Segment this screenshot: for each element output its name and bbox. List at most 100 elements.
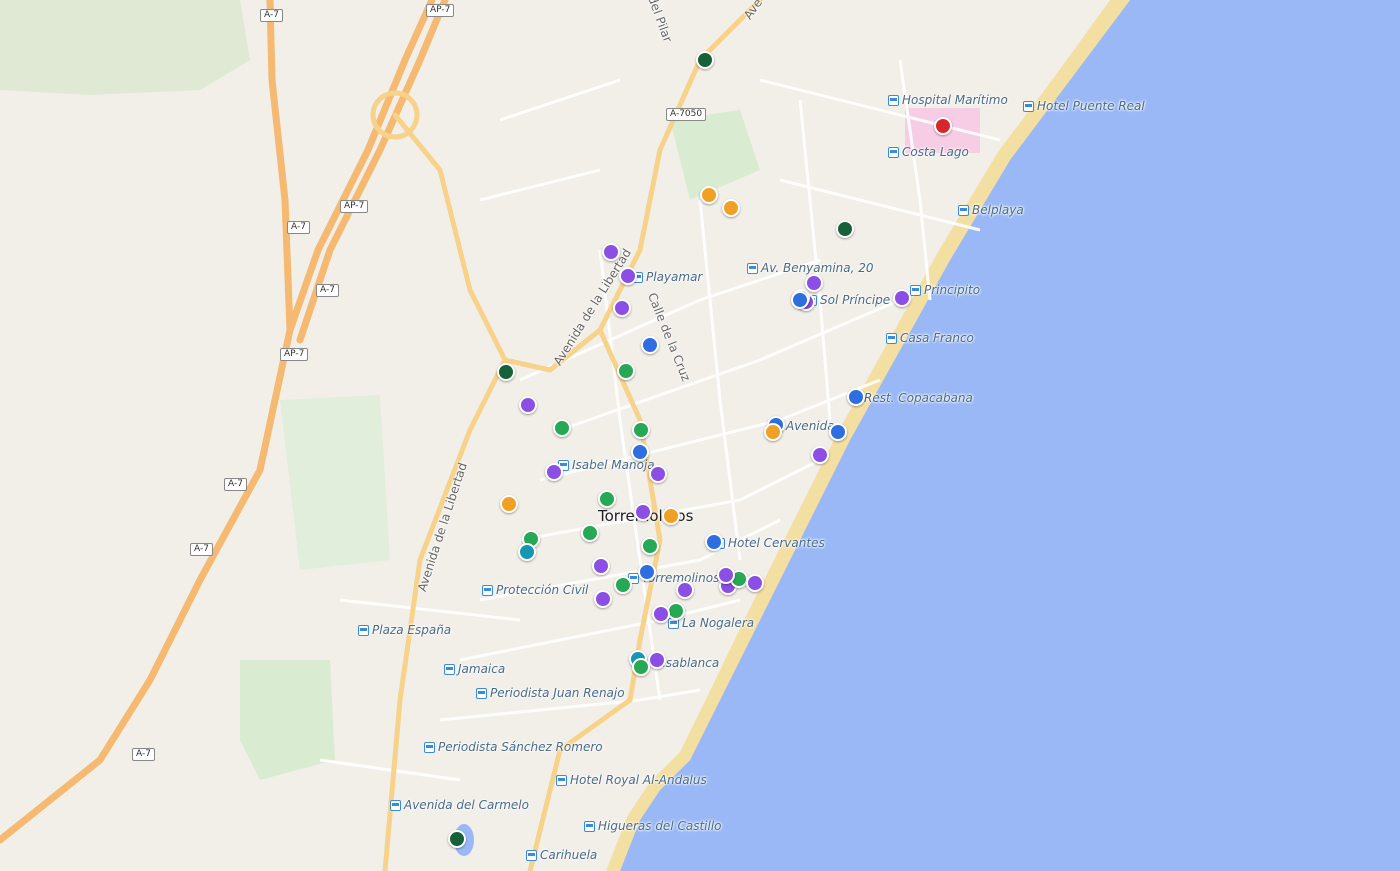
map-marker-purple[interactable] [519, 396, 537, 414]
map-marker-purple[interactable] [592, 557, 610, 575]
bus-stop-icon [910, 284, 921, 296]
bus-stop-icon [476, 687, 487, 699]
bus-stop[interactable]: Periodista Juan Renajo [476, 686, 625, 700]
bus-stop[interactable]: Belplaya [958, 203, 1024, 217]
map-marker-green[interactable] [614, 576, 632, 594]
map-marker-blue[interactable] [791, 291, 809, 309]
bus-stop-icon [888, 146, 899, 158]
map-canvas[interactable]: A-7 AP-7 A-7050 A-7 AP-7 A-7 AP-7 A-7 A-7 A-7 Ave… [0, 0, 1400, 871]
bus-stop[interactable]: Rest. Copacabana [850, 391, 973, 405]
map-marker-purple[interactable] [634, 503, 652, 521]
map-marker-purple[interactable] [619, 267, 637, 285]
road-shield: A-7 [260, 9, 283, 22]
bus-stop[interactable]: Hotel Puente Real [1023, 99, 1145, 113]
bus-stop-icon [444, 663, 455, 675]
map-marker-green[interactable] [632, 658, 650, 676]
bus-stop-label: Casa Franco [900, 331, 974, 345]
map-marker-darkgreen[interactable] [497, 363, 515, 381]
map-marker-purple[interactable] [648, 651, 666, 669]
bus-stop-label: Av. Benyamina, 20 [761, 261, 874, 275]
road-shield: A-7 [224, 478, 247, 491]
map-marker-purple[interactable] [594, 590, 612, 608]
map-marker-orange[interactable] [764, 423, 782, 441]
map-marker-purple[interactable] [805, 274, 823, 292]
road-shield: A-7 [316, 284, 339, 297]
map-marker-green[interactable] [553, 419, 571, 437]
map-marker-green[interactable] [617, 362, 635, 380]
bus-stop[interactable]: Principito [910, 283, 980, 297]
map-marker-purple[interactable] [602, 243, 620, 261]
road-shield: A-7 [132, 748, 155, 761]
bus-stop-icon [424, 741, 435, 753]
map-marker-darkgreen[interactable] [448, 830, 466, 848]
road-shield: AP-7 [426, 4, 455, 17]
map-marker-darkgreen[interactable] [836, 220, 854, 238]
bus-stop-icon [888, 94, 899, 106]
bus-stop-label: Hotel Puente Real [1037, 99, 1145, 113]
bus-stop[interactable]: Hotel Royal Al-Andalus [556, 773, 707, 787]
bus-stop[interactable]: Jamaica [444, 662, 505, 676]
bus-stop[interactable]: Av. Benyamina, 20 [747, 261, 874, 275]
map-marker-purple[interactable] [649, 465, 667, 483]
bus-stop[interactable]: Sol Príncipe [806, 293, 890, 307]
map-marker-orange[interactable] [722, 199, 740, 217]
bus-stop-icon [482, 584, 493, 596]
map-marker-purple[interactable] [746, 574, 764, 592]
bus-stop[interactable]: Hotel Cervantes [714, 536, 825, 550]
map-marker-blue[interactable] [638, 563, 656, 581]
bus-stop-label: La Nogalera [682, 616, 755, 630]
bus-stop-icon [526, 849, 537, 861]
bus-stop[interactable]: Higueras del Castillo [584, 819, 722, 833]
bus-stop[interactable]: Hospital Marítimo [888, 93, 1008, 107]
map-marker-green[interactable] [641, 537, 659, 555]
road-shield: A-7050 [666, 108, 707, 121]
bus-stop-label: Plaza España [372, 623, 452, 637]
map-marker-green[interactable] [632, 421, 650, 439]
map-marker-purple[interactable] [811, 446, 829, 464]
bus-stop-label: Costa Lago [902, 145, 969, 159]
map-marker-red[interactable] [934, 117, 952, 135]
bus-stop-label: Protección Civil [496, 583, 589, 597]
bus-stop[interactable]: Plaza España [358, 623, 451, 637]
map-marker-green[interactable] [581, 524, 599, 542]
bus-stop[interactable]: Carihuela [526, 848, 597, 862]
bus-stop-label: Hotel Cervantes [728, 536, 825, 550]
bus-stop-label: Periodista Juan Renajo [490, 686, 625, 700]
bus-stop-icon [1023, 100, 1034, 112]
bus-stop[interactable]: Playamar [632, 270, 702, 284]
bus-stop[interactable]: Costa Lago [888, 145, 969, 159]
map-marker-orange[interactable] [662, 507, 680, 525]
map-marker-purple[interactable] [893, 289, 911, 307]
bus-stop[interactable]: Casa Franco [886, 331, 974, 345]
map-marker-blue[interactable] [705, 533, 723, 551]
map-marker-purple[interactable] [613, 299, 631, 317]
map-marker-purple[interactable] [652, 605, 670, 623]
bus-stop[interactable]: Protección Civil [482, 583, 588, 597]
map-marker-darkgreen[interactable] [696, 51, 714, 69]
bus-stop[interactable]: Periodista Sánchez Romero [424, 740, 603, 754]
map-marker-orange[interactable] [500, 495, 518, 513]
bus-stop-icon [747, 262, 758, 274]
bus-stop-label: Playamar [646, 270, 703, 284]
bus-stop-icon [584, 820, 595, 832]
bus-stop-icon [556, 774, 567, 786]
bus-stop[interactable]: Avenida del Carmelo [390, 798, 529, 812]
map-marker-purple[interactable] [676, 581, 694, 599]
map-marker-purple[interactable] [717, 566, 735, 584]
map-marker-purple[interactable] [545, 463, 563, 481]
park-area [0, 0, 250, 95]
map-marker-green[interactable] [598, 490, 616, 508]
road-shield: AP-7 [340, 200, 369, 213]
road-shield: A-7 [287, 221, 310, 234]
map-marker-blue[interactable] [847, 388, 865, 406]
bus-stop-icon [390, 799, 401, 811]
bus-stop-icon [958, 204, 969, 216]
map-marker-blue[interactable] [641, 336, 659, 354]
road-shield: A-7 [190, 543, 213, 556]
map-marker-orange[interactable] [700, 186, 718, 204]
map-marker-blue[interactable] [829, 423, 847, 441]
map-marker-teal[interactable] [518, 543, 536, 561]
bus-stop-icon [886, 332, 897, 344]
bus-stop-label: Hospital Marítimo [902, 93, 1008, 107]
map-marker-blue[interactable] [631, 443, 649, 461]
